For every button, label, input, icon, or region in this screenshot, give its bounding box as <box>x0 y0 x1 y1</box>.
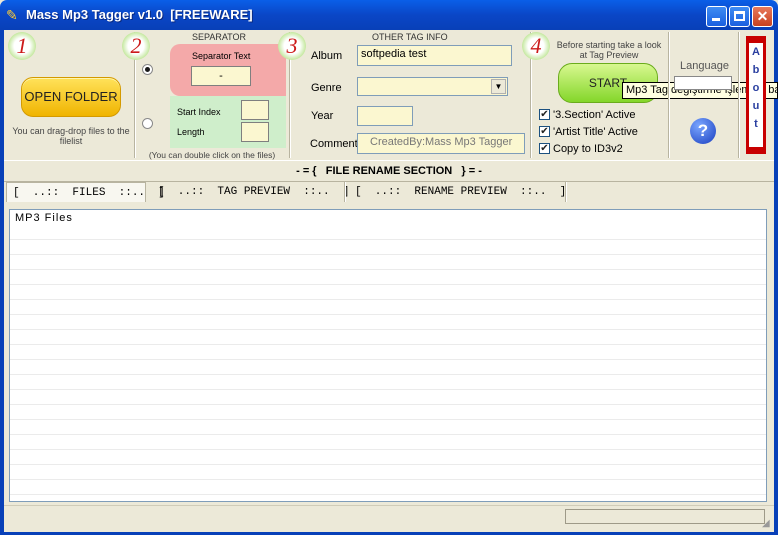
resize-grip-icon[interactable]: ◢ <box>762 518 770 529</box>
album-label: Album <box>311 50 343 62</box>
divider <box>668 32 670 158</box>
year-input[interactable] <box>357 106 413 126</box>
album-value: softpedia test <box>361 48 427 60</box>
start-index-label: Start Index <box>177 107 221 117</box>
comment-label: Comment <box>310 138 358 150</box>
separator-text-label: Separator Text <box>192 51 251 61</box>
drag-drop-hint: You can drag-drop files to the filelist <box>12 126 130 146</box>
start-index-input[interactable] <box>241 100 269 120</box>
maximize-icon <box>734 11 745 21</box>
step-1-badge: 1 <box>8 32 36 60</box>
year-label: Year <box>311 110 334 122</box>
minimize-button[interactable] <box>706 6 727 27</box>
checkmark-icon: ✔ <box>540 109 549 120</box>
chevron-down-icon[interactable]: ▼ <box>491 79 506 94</box>
tab-files[interactable]: [ ..:: FILES ::.. ] <box>6 182 165 202</box>
length-input[interactable] <box>241 122 269 142</box>
open-folder-button[interactable]: OPEN FOLDER <box>21 77 121 117</box>
artist-title-active-checkbox[interactable]: ✔ <box>539 126 550 137</box>
about-letter: t <box>754 118 758 130</box>
separator-text-radio[interactable] <box>142 64 153 75</box>
section3-active-checkbox[interactable]: ✔ <box>539 109 550 120</box>
double-click-hint: (You can double click on the files) <box>148 150 276 160</box>
language-label: Language <box>680 60 729 72</box>
copy-id3v2-checkbox[interactable]: ✔ <box>539 143 550 154</box>
about-letter: o <box>752 82 760 94</box>
close-icon: ✕ <box>756 8 769 24</box>
step-3-badge: 3 <box>278 32 306 60</box>
window-frame-right <box>774 30 778 535</box>
radio-dot-icon <box>145 67 150 72</box>
tab-tag-preview[interactable]: [ ..:: TAG PREVIEW ::.. ] <box>158 182 349 202</box>
step-4-badge: 4 <box>522 32 550 60</box>
file-list[interactable] <box>9 209 767 502</box>
comment-input[interactable]: CreatedBy:Mass Mp3 Tagger <box>357 133 525 154</box>
length-label: Length <box>177 127 205 137</box>
about-letter: b <box>752 64 760 76</box>
tab-divider <box>565 182 567 202</box>
about-letter: A <box>752 46 760 58</box>
genre-label: Genre <box>311 82 342 94</box>
about-label[interactable]: A b o u t <box>749 43 763 147</box>
window-frame-left <box>0 30 4 535</box>
copy-id3v2-label: Copy to ID3v2 <box>553 143 623 155</box>
app-icon: ✎ <box>6 7 18 23</box>
step-2-badge: 2 <box>122 32 150 60</box>
album-input[interactable]: softpedia test <box>357 45 512 66</box>
help-icon[interactable]: ? <box>690 118 716 144</box>
file-list-header[interactable]: MP3 Files <box>10 210 766 226</box>
about-letter: u <box>752 100 760 112</box>
comment-value: CreatedBy:Mass Mp3 Tagger <box>370 136 513 148</box>
divider <box>738 32 740 158</box>
separator-heading: SEPARATOR <box>192 32 247 42</box>
minimize-icon <box>712 18 720 21</box>
maximize-button[interactable] <box>729 6 750 27</box>
genre-select[interactable]: ▼ <box>357 77 508 96</box>
artist-title-active-label: 'Artist Title' Active <box>553 126 638 138</box>
separator-text-input[interactable]: - <box>191 66 251 86</box>
start-hint: Before starting take a look at Tag Previ… <box>556 40 662 60</box>
tab-divider <box>344 182 346 202</box>
checkmark-icon: ✔ <box>540 143 549 154</box>
tab-rename-preview[interactable]: [ ..:: RENAME PREVIEW ::.. ] <box>355 182 566 202</box>
section3-active-label: '3.Section' Active <box>553 109 636 121</box>
other-tag-heading: OTHER TAG INFO <box>372 32 448 42</box>
title-bar[interactable]: ✎ Mass Mp3 Tagger v1.0 [FREEWARE] ✕ <box>0 0 778 30</box>
window-title: Mass Mp3 Tagger v1.0 [FREEWARE] <box>26 7 253 22</box>
language-select[interactable] <box>674 76 732 90</box>
file-rename-section-header: - = { FILE RENAME SECTION } = - <box>4 160 774 182</box>
progress-bar <box>565 509 765 524</box>
index-length-radio[interactable] <box>142 118 153 129</box>
separator-text-value: - <box>219 70 223 82</box>
close-button[interactable]: ✕ <box>752 6 773 27</box>
checkmark-icon: ✔ <box>540 126 549 137</box>
